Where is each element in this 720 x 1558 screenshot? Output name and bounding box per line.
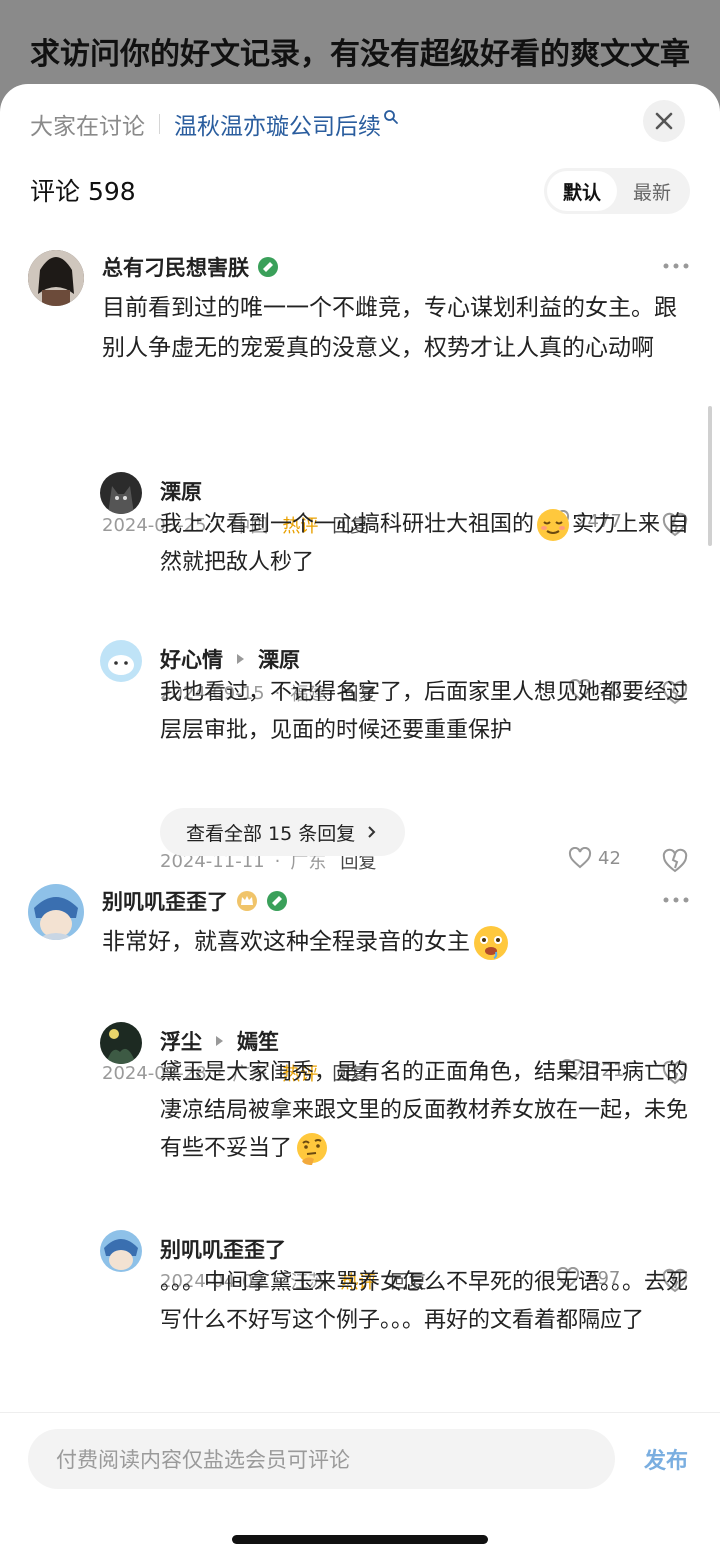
comment-count: 评论 598 bbox=[30, 177, 136, 206]
avatar-image bbox=[28, 250, 84, 306]
sort-toggle: 默认 最新 bbox=[544, 168, 690, 214]
thinking-face-emoji-icon bbox=[297, 1133, 328, 1165]
topic-bar: 大家在讨论 温秋温亦璇公司后续 bbox=[30, 106, 399, 142]
comment-text-part: 非常好，就喜欢这种全程录音的女主 bbox=[102, 929, 470, 955]
sort-default[interactable]: 默认 bbox=[547, 171, 617, 211]
comment-text: 非常好，就喜欢这种全程录音的女主 bbox=[102, 922, 690, 962]
reply-arrow-icon bbox=[237, 654, 244, 664]
comment-text-part: 我上次看到一个一心搞科研壮大祖国的 bbox=[160, 512, 535, 537]
avatar[interactable] bbox=[28, 250, 84, 306]
close-icon bbox=[655, 112, 673, 130]
reply-to-username[interactable]: 嫣笙 bbox=[237, 1026, 279, 1056]
username[interactable]: 好心情 溧原 bbox=[160, 644, 300, 674]
sort-latest[interactable]: 最新 bbox=[617, 171, 687, 211]
verified-badge-icon bbox=[266, 890, 288, 912]
divider bbox=[159, 114, 160, 134]
username-text: 总有刁民想害朕 bbox=[102, 256, 249, 280]
avatar-image bbox=[100, 1230, 142, 1272]
avatar[interactable] bbox=[28, 884, 84, 940]
comment-text: 我也看过，不记得名字了，后面家里人想见她都要经过层层审批，见面的时候还要重重保护 bbox=[160, 680, 689, 743]
username-text: 好心情 bbox=[160, 648, 223, 672]
topic-link[interactable]: 温秋温亦璇公司后续 bbox=[174, 107, 381, 141]
comment-text: 。。。中间拿黛玉来骂养女怎么不早死的很无语。。。去死写什么不好写这个例子。。。再… bbox=[160, 1270, 689, 1333]
avatar-image bbox=[100, 472, 142, 514]
username[interactable]: 溧原 bbox=[160, 476, 202, 506]
heart-icon bbox=[568, 847, 592, 869]
like-button[interactable]: 42 bbox=[568, 847, 621, 869]
broken-heart-icon[interactable] bbox=[662, 848, 688, 874]
comment-text: 黛玉是大家闺秀，是有名的正面角色，结果泪干病亡的凄凉结局被拿来跟文里的反面教材养… bbox=[160, 1054, 690, 1168]
view-all-replies-button[interactable]: 查看全部 15 条回复 bbox=[160, 808, 406, 856]
crown-badge-icon bbox=[236, 890, 258, 912]
more-options-icon[interactable] bbox=[662, 261, 690, 271]
comment-input[interactable]: 付费阅读内容仅盐选会员可评论 bbox=[28, 1429, 615, 1489]
avatar[interactable] bbox=[100, 1230, 142, 1272]
username[interactable]: 别叽叽歪歪了 bbox=[102, 886, 288, 916]
comment-input-placeholder: 付费阅读内容仅盐选会员可评论 bbox=[56, 1448, 350, 1472]
like-count: 42 bbox=[598, 847, 621, 869]
username[interactable]: 别叽叽歪歪了 bbox=[160, 1234, 286, 1264]
username[interactable]: 浮尘 嫣笙 bbox=[160, 1026, 279, 1056]
avatar-image bbox=[28, 884, 84, 940]
comment-input-bar: 付费阅读内容仅盐选会员可评论 发布 bbox=[0, 1412, 720, 1558]
verified-badge-icon bbox=[257, 256, 279, 278]
view-all-replies-label: 查看全部 15 条回复 bbox=[186, 822, 356, 845]
avatar[interactable] bbox=[100, 1022, 142, 1064]
comment-text-part: 黛玉是大家闺秀，是有名的正面角色，结果泪干病亡的凄凉结局被拿来跟文里的反面教材养… bbox=[160, 1060, 689, 1161]
username-text: 浮尘 bbox=[160, 1030, 202, 1054]
comments-sheet: 大家在讨论 温秋温亦璇公司后续 评论 598 默认 最新 总有刁民想害朕 目前看… bbox=[0, 84, 720, 1558]
comment-text: 目前看到过的唯一一个不雌竞，专心谋划利益的女主。跟别人争虚无的宠爱真的没意义，权… bbox=[102, 295, 677, 361]
avatar[interactable] bbox=[100, 640, 142, 682]
close-button[interactable] bbox=[643, 100, 685, 142]
chevron-right-icon bbox=[368, 826, 376, 838]
comment-text: 我上次看到一个一心搞科研壮大祖国的 实力上来 自然就把敌人秒了 bbox=[160, 506, 690, 582]
background-page-title: 求访问你的好文记录，有没有超级好看的爽文文章 bbox=[30, 37, 690, 72]
more-options-icon[interactable] bbox=[662, 895, 690, 905]
avatar[interactable] bbox=[100, 472, 142, 514]
username-text: 别叽叽歪歪了 bbox=[102, 890, 228, 914]
avatar-image bbox=[100, 1022, 142, 1064]
drooling-face-emoji-icon bbox=[474, 925, 508, 960]
topic-prefix: 大家在讨论 bbox=[30, 114, 145, 140]
search-icon bbox=[384, 110, 398, 124]
home-indicator[interactable] bbox=[232, 1535, 488, 1544]
username[interactable]: 总有刁民想害朕 bbox=[102, 252, 279, 282]
publish-button[interactable]: 发布 bbox=[644, 1443, 688, 1475]
reply-arrow-icon bbox=[216, 1036, 223, 1046]
reply-to-username[interactable]: 溧原 bbox=[258, 644, 300, 674]
scrollbar[interactable] bbox=[708, 406, 712, 546]
avatar-image bbox=[100, 640, 142, 682]
relieved-face-emoji-icon bbox=[537, 509, 570, 541]
